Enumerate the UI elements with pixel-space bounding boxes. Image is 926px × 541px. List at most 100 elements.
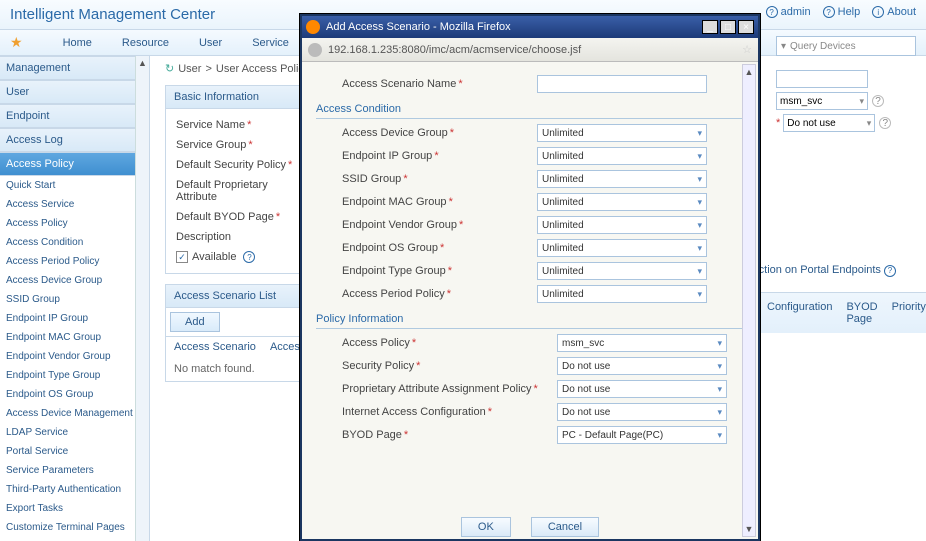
- nav-service[interactable]: Service: [252, 37, 289, 49]
- tab-priority[interactable]: Priority: [892, 301, 926, 325]
- mac-group-dropdown[interactable]: Unlimited: [537, 193, 707, 211]
- service-name-label: Service Name*: [176, 115, 304, 135]
- access-condition-section: Access Condition: [316, 103, 742, 119]
- byod-page-label: Default BYOD Page*: [176, 207, 304, 227]
- star-icon: ★: [10, 34, 23, 51]
- add-button[interactable]: Add: [170, 312, 220, 332]
- sidebar-item[interactable]: Endpoint IP Group: [0, 309, 149, 328]
- sidebar-user[interactable]: User∨: [0, 80, 149, 104]
- tab-byod-page[interactable]: BYOD Page: [846, 301, 877, 325]
- proprietary-policy-dropdown[interactable]: Do not use: [557, 380, 727, 398]
- scenario-name-label: Access Scenario Name*: [342, 78, 537, 90]
- sidebar-access-log[interactable]: Access Log∨: [0, 128, 149, 152]
- sidebar-scrollbar[interactable]: ▲: [135, 56, 149, 541]
- nav-user[interactable]: User: [199, 37, 222, 49]
- dialog-titlebar[interactable]: Add Access Scenario - Mozilla Firefox _ …: [302, 16, 758, 38]
- dialog-scrollbar[interactable]: ▲ ▼: [742, 64, 756, 537]
- header-help[interactable]: ?Help: [823, 6, 861, 18]
- ip-group-label: Endpoint IP Group*: [342, 150, 537, 162]
- col-scenario[interactable]: Access Scenario: [174, 341, 256, 353]
- sidebar-item[interactable]: Endpoint OS Group: [0, 385, 149, 404]
- empty-text: No match found.: [166, 357, 314, 381]
- sidebar-item[interactable]: Access Policy: [0, 214, 149, 233]
- sidebar-item[interactable]: Access Device Management: [0, 404, 149, 423]
- sidebar-item[interactable]: SSID Group: [0, 290, 149, 309]
- help-icon[interactable]: ?: [879, 117, 891, 129]
- scenario-list-header: Access Scenario List: [166, 285, 314, 308]
- scroll-up-icon[interactable]: ▲: [743, 65, 755, 79]
- security-policy-label: Default Security Policy*: [176, 155, 304, 175]
- period-policy-label: Access Period Policy*: [342, 288, 537, 300]
- sidebar-item[interactable]: Access Period Policy: [0, 252, 149, 271]
- nav-home[interactable]: Home: [63, 37, 92, 49]
- minimize-button[interactable]: _: [702, 20, 718, 34]
- sidebar-item[interactable]: Portal Service: [0, 442, 149, 461]
- sidebar-item[interactable]: Service Parameters: [0, 461, 149, 480]
- sidebar-item[interactable]: Access Condition: [0, 233, 149, 252]
- sidebar-item[interactable]: Customize Terminal Pages: [0, 518, 149, 537]
- scroll-up-icon[interactable]: ▲: [136, 56, 149, 70]
- query-devices-selector[interactable]: Query Devices: [776, 36, 916, 56]
- header-admin[interactable]: ?admin: [766, 6, 811, 18]
- globe-icon: [308, 43, 322, 57]
- os-group-dropdown[interactable]: Unlimited: [537, 239, 707, 257]
- period-policy-dropdown[interactable]: Unlimited: [537, 285, 707, 303]
- url-bar[interactable]: 192.168.1.235:8080/imc/acm/acmservice/ch…: [302, 38, 758, 62]
- type-group-dropdown[interactable]: Unlimited: [537, 262, 707, 280]
- sidebar-item[interactable]: Export Tasks: [0, 499, 149, 518]
- refresh-icon[interactable]: ↻: [165, 62, 174, 75]
- tab-configuration[interactable]: Configuration: [767, 301, 832, 325]
- sidebar-item[interactable]: Quick Start: [0, 176, 149, 195]
- nav-resource[interactable]: Resource: [122, 37, 169, 49]
- bookmark-star-icon[interactable]: ☆: [742, 43, 752, 56]
- user-icon: ?: [766, 6, 778, 18]
- device-group-dropdown[interactable]: Unlimited: [537, 124, 707, 142]
- byod-page-label: BYOD Page*: [342, 429, 557, 441]
- sidebar-item[interactable]: Endpoint Vendor Group: [0, 347, 149, 366]
- scroll-down-icon[interactable]: ▼: [743, 522, 755, 536]
- security-policy-dropdown[interactable]: Do not use: [557, 357, 727, 375]
- ip-group-dropdown[interactable]: Unlimited: [537, 147, 707, 165]
- header-about[interactable]: iAbout: [872, 6, 916, 18]
- ssid-group-label: SSID Group*: [342, 173, 537, 185]
- right-msm-dropdown[interactable]: msm_svc: [776, 92, 868, 110]
- sidebar-item[interactable]: Endpoint MAC Group: [0, 328, 149, 347]
- sidebar-item[interactable]: Third-Party Authentication: [0, 480, 149, 499]
- close-button[interactable]: ×: [738, 20, 754, 34]
- info-icon: i: [872, 6, 884, 18]
- required-marker: *: [776, 117, 780, 129]
- byod-page-dropdown[interactable]: PC - Default Page(PC): [557, 426, 727, 444]
- sidebar-item[interactable]: Endpoint Type Group: [0, 366, 149, 385]
- available-checkbox[interactable]: ✓: [176, 251, 188, 263]
- right-donotuse-dropdown[interactable]: Do not use: [783, 114, 875, 132]
- help-icon[interactable]: ?: [872, 95, 884, 107]
- sidebar-item[interactable]: Access Service: [0, 195, 149, 214]
- sidebar-item[interactable]: LDAP Service: [0, 423, 149, 442]
- right-text-input[interactable]: [776, 70, 868, 88]
- sidebar-access-policy[interactable]: Access Policy∧: [0, 152, 149, 176]
- help-icon: ?: [823, 6, 835, 18]
- firefox-icon: [306, 20, 320, 34]
- maximize-button[interactable]: □: [720, 20, 736, 34]
- vendor-group-dropdown[interactable]: Unlimited: [537, 216, 707, 234]
- app-title: Intelligent Management Center: [0, 6, 215, 23]
- available-label: Available: [192, 251, 236, 263]
- access-policy-label: Access Policy*: [342, 337, 557, 349]
- sidebar-management[interactable]: Management∨: [0, 56, 149, 80]
- ok-button[interactable]: OK: [461, 517, 511, 537]
- service-group-label: Service Group*: [176, 135, 304, 155]
- ssid-group-dropdown[interactable]: Unlimited: [537, 170, 707, 188]
- sidebar-item[interactable]: Access Device Group: [0, 271, 149, 290]
- portal-endpoints-label: Action on Portal Endpoints ?: [751, 264, 896, 277]
- help-icon[interactable]: ?: [243, 251, 255, 263]
- dialog-title-text: Add Access Scenario - Mozilla Firefox: [326, 21, 511, 33]
- sidebar-endpoint[interactable]: Endpoint∨: [0, 104, 149, 128]
- internet-config-dropdown[interactable]: Do not use: [557, 403, 727, 421]
- access-policy-dropdown[interactable]: msm_svc: [557, 334, 727, 352]
- internet-config-label: Internet Access Configuration*: [342, 406, 557, 418]
- os-group-label: Endpoint OS Group*: [342, 242, 537, 254]
- cancel-button[interactable]: Cancel: [531, 517, 599, 537]
- help-icon[interactable]: ?: [884, 265, 896, 277]
- policy-info-section: Policy Information: [316, 313, 742, 329]
- scenario-name-input[interactable]: [537, 75, 707, 93]
